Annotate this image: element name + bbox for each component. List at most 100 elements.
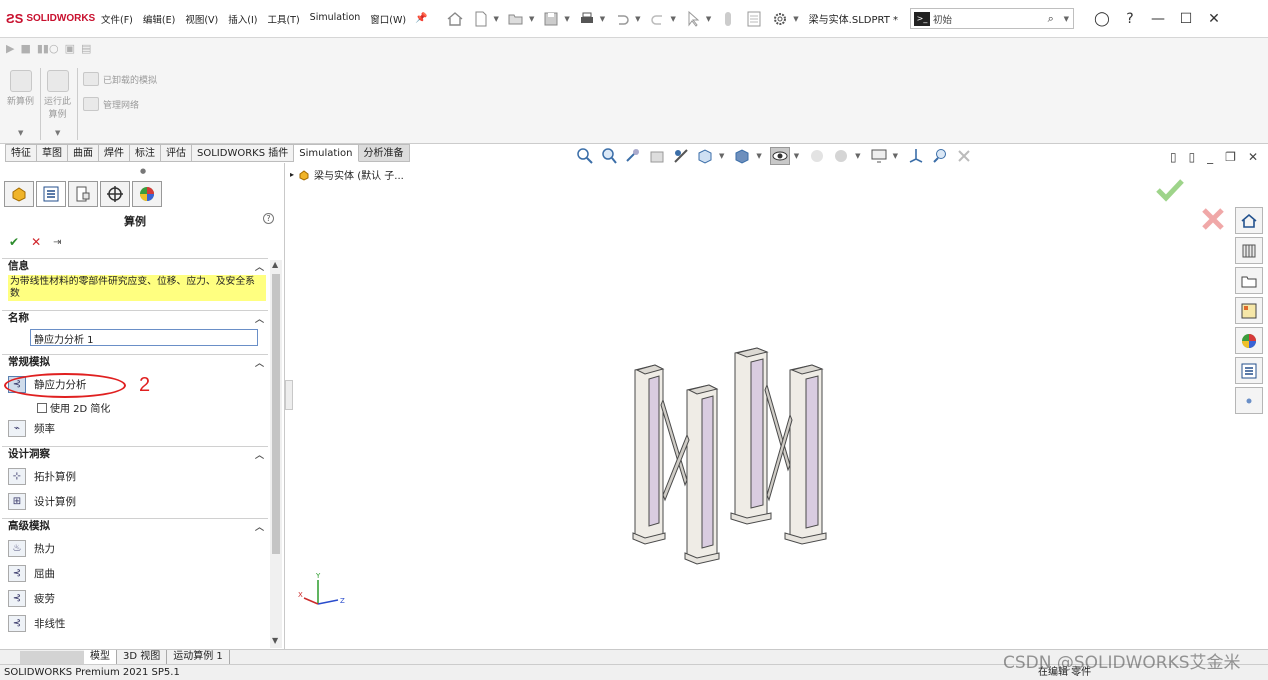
menu-file[interactable]: 文件(F) bbox=[96, 12, 138, 26]
zoom-to-area-icon[interactable] bbox=[599, 147, 619, 165]
tab-sketch[interactable]: 草图 bbox=[37, 144, 68, 162]
chevron-down-icon[interactable]: ▼ bbox=[1064, 15, 1069, 23]
menu-insert[interactable]: 插入(I) bbox=[223, 12, 262, 26]
pause-icon[interactable]: ▮▮○ bbox=[37, 42, 59, 55]
beam-solid-model[interactable] bbox=[625, 345, 840, 565]
file-properties-icon[interactable] bbox=[744, 9, 764, 29]
search-box[interactable]: >_ 初始 ⌕ ▼ bbox=[910, 8, 1075, 29]
menu-tools[interactable]: 工具(T) bbox=[262, 12, 304, 26]
tab-markup[interactable]: 标注 bbox=[130, 144, 161, 162]
advanced-header[interactable]: 高级模拟 ︿ bbox=[2, 519, 268, 534]
confirm-cancel-icon[interactable] bbox=[1200, 206, 1226, 232]
play-icon[interactable]: ▶ bbox=[6, 42, 14, 55]
custom-properties-icon[interactable] bbox=[1235, 357, 1263, 384]
menu-view[interactable]: 视图(V) bbox=[180, 12, 223, 26]
tab-weldments[interactable]: 焊件 bbox=[99, 144, 130, 162]
maximize-button[interactable]: ☐ bbox=[1172, 11, 1200, 27]
apply-scene-icon[interactable] bbox=[831, 147, 851, 165]
scroll-down-icon[interactable]: ▼ bbox=[272, 636, 278, 645]
edit-appearance-icon[interactable] bbox=[807, 147, 827, 165]
design-library-icon[interactable] bbox=[1235, 237, 1263, 264]
rebuild-icon[interactable] bbox=[718, 9, 738, 29]
viewport-minimize-button[interactable]: _ bbox=[1207, 150, 1213, 164]
select-arrow-icon[interactable] bbox=[683, 9, 703, 29]
study-icon[interactable]: ▣ bbox=[65, 42, 75, 55]
view-settings-icon[interactable] bbox=[869, 147, 889, 165]
info-header[interactable]: 信息 ︿ bbox=[2, 259, 268, 274]
coordinate-system-icon[interactable] bbox=[906, 147, 926, 165]
help-icon[interactable]: ? bbox=[1116, 11, 1144, 27]
general-header[interactable]: 常规模拟 ︿ bbox=[2, 355, 268, 370]
search-input[interactable]: 初始 bbox=[933, 12, 1048, 26]
tab-surfaces[interactable]: 曲面 bbox=[68, 144, 99, 162]
tab-scroll-arrows[interactable] bbox=[20, 650, 84, 664]
cancel-x-icon[interactable]: ✕ bbox=[31, 235, 41, 249]
design-study-option[interactable]: ⊞ 设计算例 bbox=[8, 493, 76, 510]
help-icon[interactable]: ? bbox=[263, 213, 274, 224]
dynamic-annotation-icon[interactable] bbox=[671, 147, 691, 165]
chevron-down-icon[interactable]: ▼ bbox=[55, 129, 60, 137]
menu-simulation[interactable]: Simulation bbox=[305, 12, 366, 26]
solidworks-resources-home-icon[interactable] bbox=[1235, 207, 1263, 234]
run-study-button[interactable]: 运行此 算例 bbox=[44, 70, 71, 120]
tab-3d-views[interactable]: 3D 视图 bbox=[117, 650, 168, 664]
hide-show-items-icon[interactable] bbox=[769, 147, 790, 165]
manage-network-button[interactable]: 管理网络 bbox=[83, 97, 139, 111]
panel-splitter[interactable] bbox=[285, 380, 293, 410]
unloaded-sims-button[interactable]: 已卸载的模拟 bbox=[83, 72, 157, 86]
study-name-input[interactable]: 静应力分析 1 bbox=[30, 329, 258, 346]
display-style-icon[interactable] bbox=[732, 147, 752, 165]
search-icon[interactable]: ⌕ bbox=[1048, 12, 1064, 26]
buckling-study-option[interactable]: ⊰ 屈曲 bbox=[8, 565, 55, 582]
expand-arrow-icon[interactable]: ▸ bbox=[290, 170, 294, 179]
viewport-restore-button[interactable]: ❐ bbox=[1225, 150, 1236, 164]
menu-window[interactable]: 窗口(W) bbox=[365, 12, 411, 26]
topology-study-option[interactable]: ⊹ 拓扑算例 bbox=[8, 468, 76, 485]
home-icon[interactable] bbox=[445, 9, 465, 29]
split-right-icon[interactable]: ▯ bbox=[1189, 150, 1196, 164]
close-button[interactable]: ✕ bbox=[1200, 11, 1228, 27]
nonlinear-study-option[interactable]: ⊰ 非线性 bbox=[8, 615, 66, 632]
new-study-button[interactable]: 新算例 bbox=[7, 70, 34, 107]
options-gear-icon[interactable] bbox=[770, 9, 790, 29]
use-2d-simplification-checkbox[interactable]: 使用 2D 简化 bbox=[37, 400, 110, 415]
view-palette-icon[interactable] bbox=[1235, 297, 1263, 324]
checkbox-icon[interactable] bbox=[37, 402, 47, 413]
save-icon[interactable] bbox=[541, 9, 561, 29]
thermal-study-option[interactable]: ♨ 热力 bbox=[8, 540, 55, 557]
scrollbar-thumb[interactable] bbox=[272, 274, 280, 554]
pushpin-icon[interactable]: ⇥ bbox=[53, 237, 61, 248]
pin-icon[interactable]: 📌 bbox=[415, 13, 427, 24]
design-insight-header[interactable]: 设计洞察 ︿ bbox=[2, 447, 268, 462]
tab-motion-study[interactable]: 运动算例 1 bbox=[167, 650, 230, 664]
measure-icon[interactable] bbox=[930, 147, 950, 165]
tab-addins[interactable]: SOLIDWORKS 插件 bbox=[192, 144, 295, 162]
previous-view-icon[interactable] bbox=[623, 147, 643, 165]
split-left-icon[interactable]: ▯ bbox=[1170, 150, 1177, 164]
tab-configuration-manager[interactable] bbox=[68, 181, 98, 207]
stop-icon[interactable]: ■ bbox=[20, 42, 30, 55]
minimize-button[interactable]: — bbox=[1144, 11, 1172, 27]
print-icon[interactable] bbox=[577, 9, 597, 29]
scroll-up-icon[interactable]: ▲ bbox=[272, 260, 278, 269]
menu-edit[interactable]: 编辑(E) bbox=[138, 12, 180, 26]
section-view-icon[interactable] bbox=[647, 147, 667, 165]
panel-collapse-handle[interactable]: ● bbox=[140, 167, 146, 175]
user-account-icon[interactable]: ◯ bbox=[1088, 11, 1116, 27]
tab-feature-manager[interactable] bbox=[4, 181, 34, 207]
tab-analysis-prep[interactable]: 分析准备 bbox=[358, 144, 410, 162]
redo-icon[interactable] bbox=[648, 9, 668, 29]
confirm-check-icon[interactable] bbox=[1155, 178, 1185, 202]
tab-simulation[interactable]: Simulation bbox=[294, 144, 359, 162]
name-header[interactable]: 名称 ︿ bbox=[2, 311, 268, 326]
appearances-icon[interactable] bbox=[1235, 327, 1263, 354]
file-explorer-icon[interactable] bbox=[1235, 267, 1263, 294]
tab-dimxpert[interactable] bbox=[100, 181, 130, 207]
simulation-advisor-icon[interactable] bbox=[1235, 387, 1263, 414]
frequency-study-option[interactable]: ⌁ 频率 bbox=[8, 420, 55, 437]
tab-features[interactable]: 特征 bbox=[5, 144, 37, 162]
undo-icon[interactable] bbox=[612, 9, 632, 29]
fatigue-study-option[interactable]: ⊰ 疲劳 bbox=[8, 590, 55, 607]
zoom-to-fit-icon[interactable] bbox=[575, 147, 595, 165]
chevron-down-icon[interactable]: ▼ bbox=[18, 129, 23, 137]
